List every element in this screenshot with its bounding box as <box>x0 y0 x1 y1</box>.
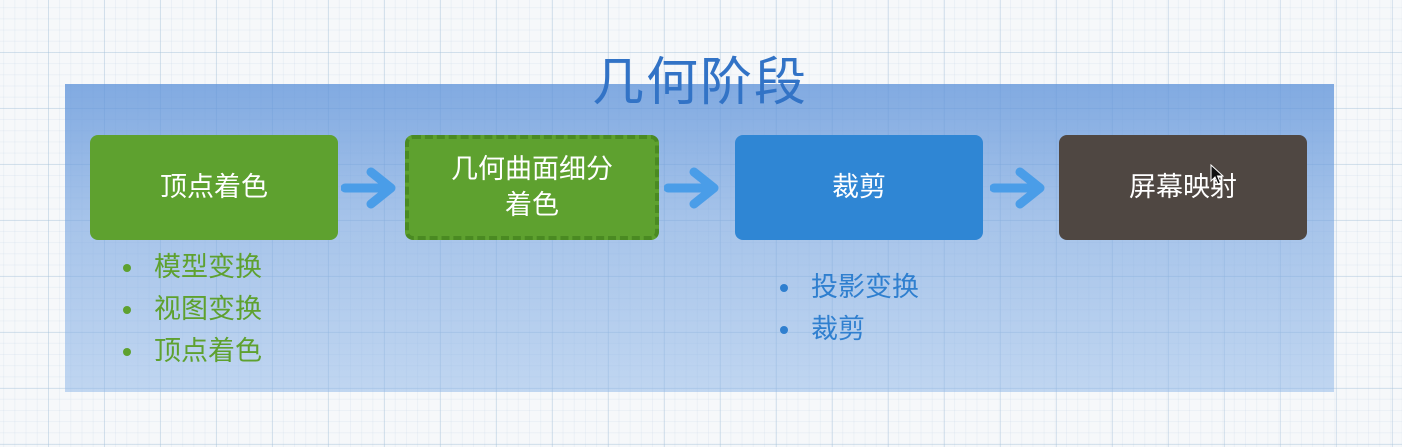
stage-screen-mapping: 屏幕映射 <box>1059 135 1307 240</box>
bullet-dot-icon <box>123 348 131 356</box>
list-item: 顶点着色 <box>120 331 262 373</box>
list-item: 模型变换 <box>120 247 262 289</box>
stage-label: 顶点着色 <box>160 171 268 203</box>
arrow-right-icon <box>341 167 396 209</box>
stage-vertex-shading: 顶点着色 <box>90 135 338 240</box>
stage-label: 几何曲面细分着色 <box>451 153 613 221</box>
clipping-list: 投影变换 裁剪 <box>777 267 919 351</box>
list-item: 裁剪 <box>777 309 919 351</box>
list-item: 视图变换 <box>120 289 262 331</box>
arrow-right-icon <box>990 167 1045 209</box>
arrow-right-icon <box>664 167 719 209</box>
bullet-dot-icon <box>123 306 131 314</box>
mouse-cursor-icon <box>1210 164 1224 185</box>
stage-tessellation-shading: 几何曲面细分着色 <box>405 135 659 240</box>
stage-clipping: 裁剪 <box>735 135 983 240</box>
bullet-dot-icon <box>123 264 131 272</box>
bullet-dot-icon <box>780 326 788 334</box>
list-item: 投影变换 <box>777 267 919 309</box>
bullet-dot-icon <box>780 284 788 292</box>
stage-label: 裁剪 <box>832 171 886 203</box>
diagram-title: 几何阶段 <box>591 53 808 113</box>
vertex-shading-list: 模型变换 视图变换 顶点着色 <box>120 247 262 373</box>
